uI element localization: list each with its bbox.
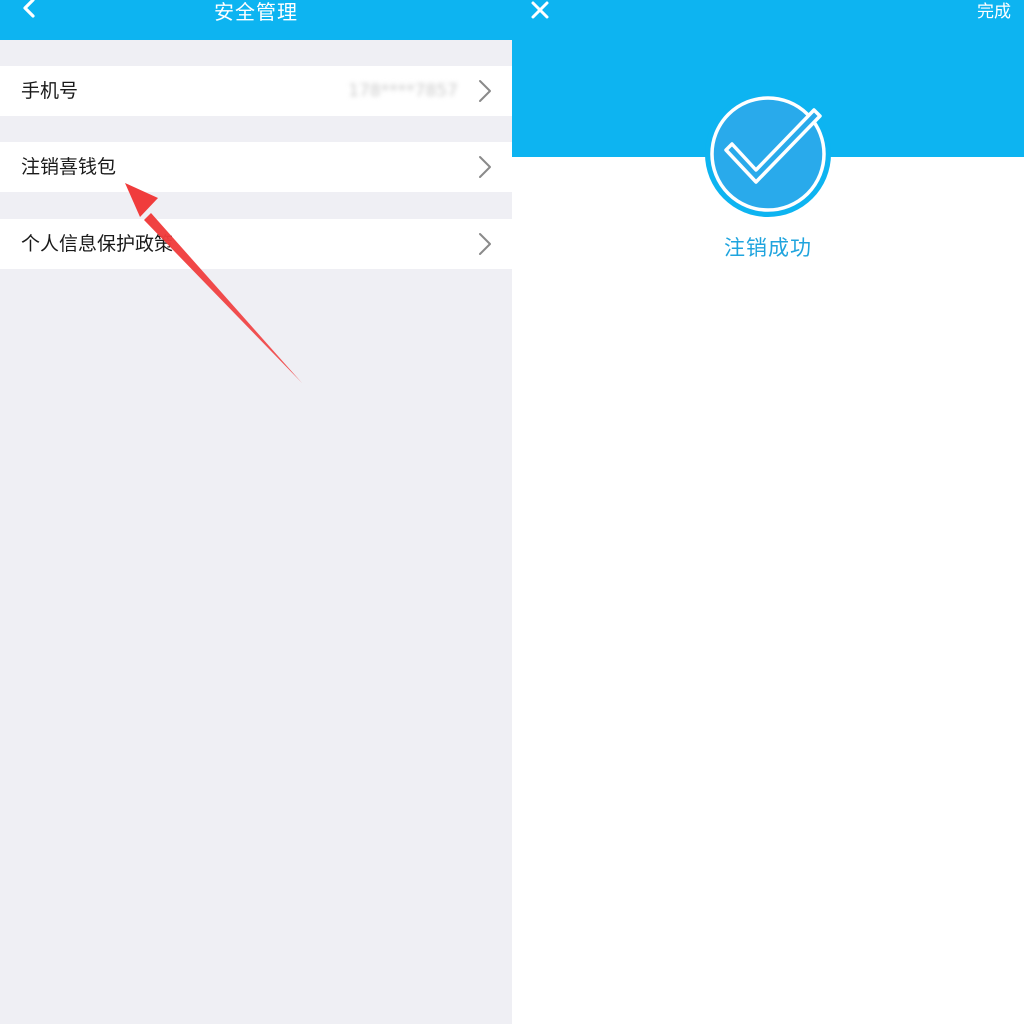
chevron-right-icon xyxy=(479,233,491,255)
chevron-right-icon xyxy=(479,156,491,178)
phone-number-value: 178****7857 xyxy=(348,81,458,101)
deactivation-success-screen: 完成 注销成功 xyxy=(512,0,1024,1024)
check-circle-icon xyxy=(705,91,831,217)
success-message: 注销成功 xyxy=(724,236,812,260)
page-title: 安全管理 xyxy=(214,0,298,24)
list-item-label: 个人信息保护政策 xyxy=(21,233,174,255)
security-management-screen: 安全管理 手机号 178****7857 注销喜钱包 个人信息保护政策 xyxy=(0,0,512,1024)
chevron-right-icon xyxy=(479,80,491,102)
screenshot-composite: 安全管理 手机号 178****7857 注销喜钱包 个人信息保护政策 完成 注… xyxy=(0,0,1024,1024)
nav-bar: 安全管理 xyxy=(0,0,512,40)
close-icon[interactable] xyxy=(530,0,550,20)
done-button[interactable]: 完成 xyxy=(977,0,1011,25)
list-item-label: 注销喜钱包 xyxy=(21,156,117,178)
list-item-deactivate-wallet[interactable]: 注销喜钱包 xyxy=(0,142,512,192)
list-item-privacy-policy[interactable]: 个人信息保护政策 xyxy=(0,219,512,269)
list-item-label: 手机号 xyxy=(21,80,79,102)
list-item-phone[interactable]: 手机号 178****7857 xyxy=(0,66,512,116)
